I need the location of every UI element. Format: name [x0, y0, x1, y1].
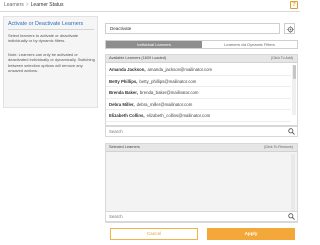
available-scrollbar[interactable] [292, 65, 296, 115]
selected-title: Selected Learners [109, 145, 140, 149]
learner-email: debra_miller@mailinator.com [136, 101, 193, 107]
list-item[interactable]: Betty Phillips, betty_phillips@mailinator… [106, 76, 291, 87]
available-title: Available Learners (1609 Loaded) [109, 56, 167, 60]
learner-name: Elizabeth Collins, elizabeth_collins@mail… [109, 113, 211, 118]
learner-name: Betty Phillips, betty_phillips@mailinator… [109, 78, 197, 84]
available-hint: (Click To Add) [270, 56, 293, 60]
learner-email: brenda_baker@mailinator.com [139, 90, 199, 95]
available-search-input[interactable]: Search [105, 126, 298, 137]
cancel-button[interactable]: Cancel [110, 228, 198, 240]
learner-list: Amanda Jackson, amanda_jackson@mailinator… [106, 64, 291, 122]
learner-email: elizabeth_collins@mailinator.com [146, 113, 211, 118]
learner-email: betty_phillips@mailinator.com [139, 78, 197, 84]
list-item[interactable]: Elizabeth Collins, elizabeth_collins@mail… [106, 110, 291, 122]
tab-dynamic-filters[interactable]: Learners via Dynamic Filters [202, 41, 297, 48]
gear-icon [287, 26, 294, 33]
scrollbar-thumb[interactable] [292, 65, 296, 79]
status-dropdown[interactable]: Deactivate [105, 23, 280, 34]
selection-mode-tabs: Individual Learners Learners via Dynamic… [105, 40, 298, 49]
available-header: Available Learners (1609 Loaded) (Click … [106, 55, 297, 63]
info-note: Note: Learners can only be activated or … [8, 52, 95, 74]
list-item[interactable]: Brenda Baker, brenda_baker@mailinator.com [106, 87, 291, 99]
breadcrumb-current: Learner Status [30, 2, 64, 8]
breadcrumb-separator: > [25, 2, 29, 8]
learner-name: Amanda Jackson, amanda_jackson@mailinator… [109, 67, 213, 72]
selected-header: Selected Learners (Click To Remove) [106, 144, 297, 152]
info-paragraph: Select learners to activate or deactivat… [8, 33, 79, 44]
help-button[interactable]: ? [290, 1, 298, 9]
selected-hint: (Click To Remove) [263, 145, 293, 149]
info-title: Activate or Deactivate Learners [8, 21, 84, 27]
learner-name: Brenda Baker, brenda_baker@mailinator.com [109, 90, 199, 95]
search-icon[interactable] [288, 213, 295, 220]
learner-email: amanda_jackson@mailinator.com [147, 67, 213, 72]
breadcrumb-learners[interactable]: Learners [4, 2, 24, 8]
apply-button[interactable]: Apply [207, 228, 295, 240]
available-learners-list: Available Learners (1609 Loaded) (Click … [105, 54, 298, 126]
selected-search-input[interactable]: Search [105, 211, 298, 222]
settings-button[interactable] [284, 23, 295, 34]
search-icon[interactable] [288, 128, 295, 135]
tab-individual-learners[interactable]: Individual Learners [106, 41, 202, 48]
info-panel: Activate or Deactivate Learners Select l… [3, 16, 98, 108]
dropdown-value: Deactivate [110, 26, 132, 31]
search-placeholder: Search [109, 214, 123, 219]
top-bar: Learners > Learner Status ? [0, 0, 300, 12]
learner-name: Debra Miller, debra_miller@mailinator.com [109, 101, 193, 107]
list-item[interactable]: Amanda Jackson, amanda_jackson@mailinator… [106, 64, 291, 76]
divider [8, 29, 94, 30]
list-item[interactable]: Debra Miller, debra_miller@mailinator.com [106, 99, 291, 110]
search-placeholder: Search [109, 129, 123, 134]
breadcrumb: Learners > Learner Status [4, 1, 63, 9]
